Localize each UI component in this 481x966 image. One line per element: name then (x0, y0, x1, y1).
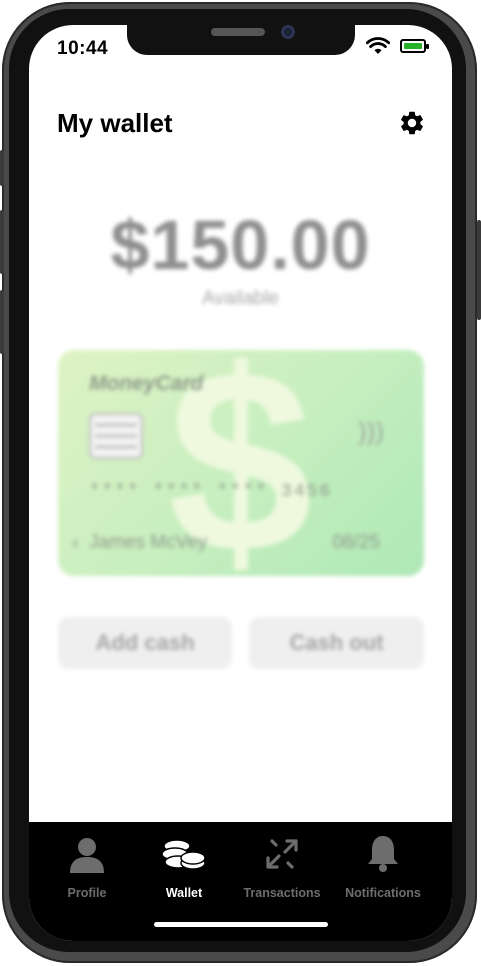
gear-icon[interactable] (398, 109, 426, 137)
tab-notifications[interactable]: Notifications (333, 836, 433, 900)
person-icon (68, 835, 106, 878)
chip-icon (89, 413, 143, 459)
front-camera (281, 25, 295, 39)
page-title: My wallet (57, 108, 173, 138)
status-time: 10:44 (57, 38, 109, 59)
bell-icon (365, 833, 401, 878)
balance-amount: $150.00 (110, 206, 371, 284)
card-expiry: 08/25 (332, 532, 380, 553)
tab-label: Notifications (345, 886, 421, 900)
tab-profile[interactable]: Profile (37, 836, 137, 900)
money-card[interactable]: $ MoneyCard ))) **** **** **** 3456 ‹ Ja… (58, 350, 424, 576)
card-holder: James McVey (89, 532, 208, 553)
arrows-icon (262, 835, 302, 878)
battery-icon (400, 39, 429, 53)
add-cash-button[interactable]: Add cash (58, 617, 232, 669)
balance-label: Available (202, 288, 279, 309)
card-number: **** **** **** 3456 (89, 482, 333, 502)
tab-label: Profile (67, 886, 107, 900)
coins-icon (161, 837, 207, 878)
side-button (0, 150, 4, 186)
screen: 10:44 My wallet $150.00 Available $ Mone… (29, 25, 452, 941)
status-icons (366, 37, 429, 55)
card-brand: MoneyCard (89, 372, 204, 395)
chevron-left-icon: ‹ (72, 532, 79, 554)
tab-label: Wallet (165, 886, 203, 900)
tab-label: Transactions (243, 886, 321, 900)
tab-wallet[interactable]: Wallet (134, 836, 234, 900)
cash-out-button[interactable]: Cash out (249, 617, 424, 669)
battery-level (404, 43, 422, 49)
notch (127, 25, 355, 55)
wifi-icon (366, 37, 390, 55)
side-button (0, 290, 4, 354)
side-button (477, 220, 481, 320)
contactless-icon: ))) (358, 416, 384, 446)
speaker (211, 28, 265, 36)
side-button (0, 210, 4, 274)
home-indicator[interactable] (154, 922, 328, 927)
tab-bar: Profile Wallet Transactions Notification… (29, 822, 452, 941)
tab-transactions[interactable]: Transactions (232, 836, 332, 900)
